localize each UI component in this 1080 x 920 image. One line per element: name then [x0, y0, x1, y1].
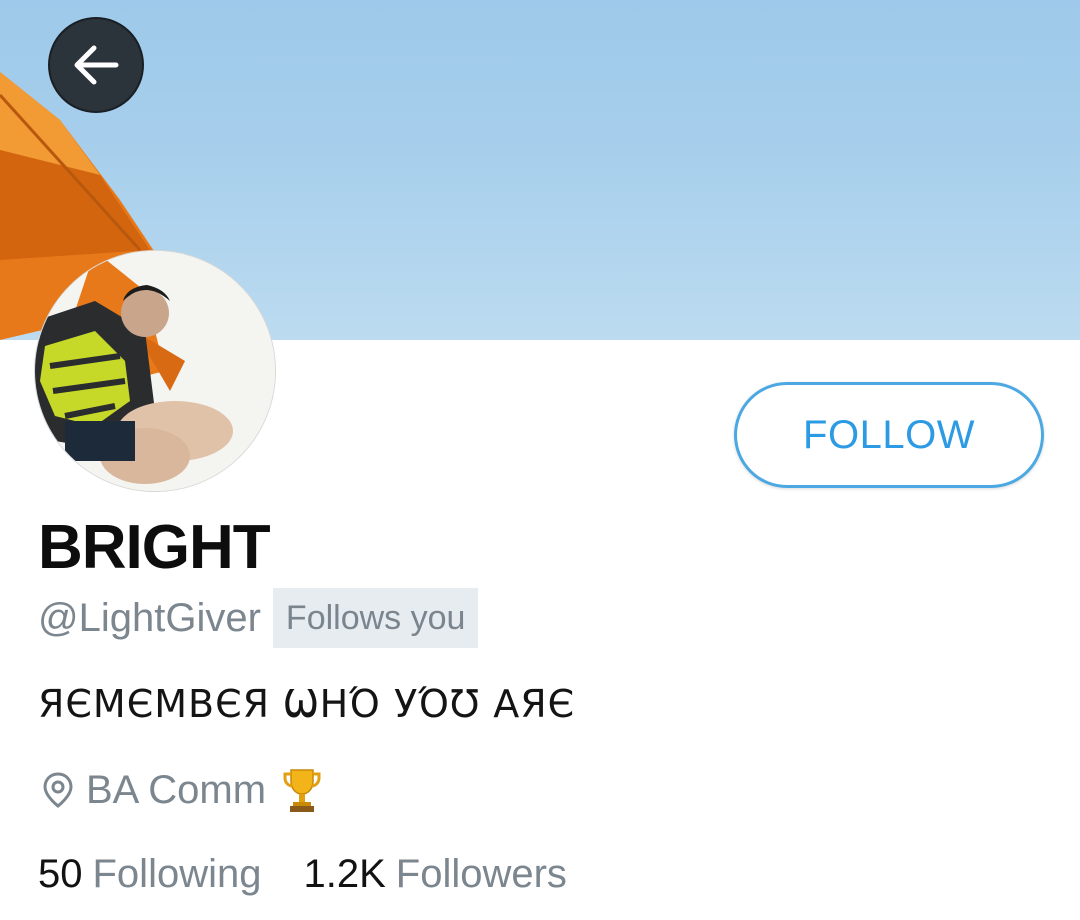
follows-you-badge: Follows you	[272, 588, 479, 648]
map-pin-icon	[43, 772, 73, 808]
profile-page: FOLLOW BRIGHT @LightGiver Follows you ЯЄ…	[0, 0, 1080, 920]
avatar[interactable]	[34, 250, 276, 492]
location-row: BA Comm	[38, 760, 322, 820]
display-name: BRIGHT	[38, 513, 271, 582]
user-handle: @LightGiver	[38, 595, 261, 640]
trophy-icon	[283, 769, 321, 812]
follow-button[interactable]: FOLLOW	[734, 382, 1044, 488]
followers-label[interactable]: Followers	[396, 852, 567, 897]
back-button[interactable]	[48, 17, 144, 113]
location-text: BA Comm	[86, 767, 267, 812]
follow-button-label: FOLLOW	[803, 412, 975, 457]
followers-count[interactable]: 1.2K	[303, 852, 385, 897]
following-label[interactable]: Following	[93, 852, 262, 897]
profile-bio: ЯЄМЄМВЄЯ ѠНΌ УΌƱ ΑЯЄ	[38, 682, 576, 726]
arrow-left-icon	[74, 45, 119, 85]
handle-row: @LightGiver Follows you	[38, 588, 479, 648]
following-count[interactable]: 50	[38, 852, 83, 897]
stats-row: 50 Following 1.2K Followers	[38, 846, 609, 902]
